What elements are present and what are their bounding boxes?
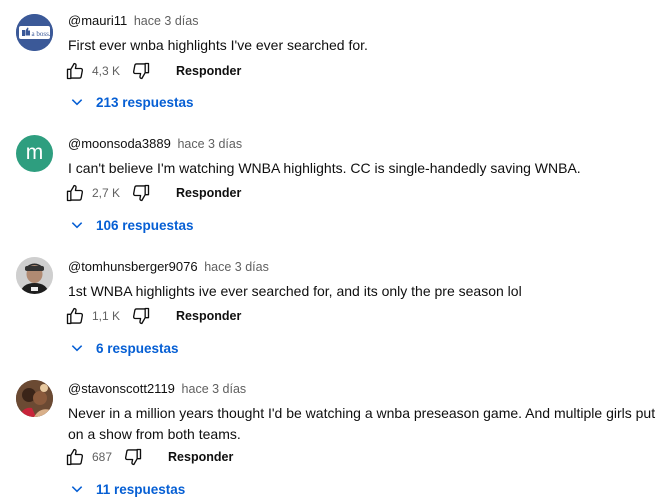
avatar-photo bbox=[16, 257, 53, 294]
thumbs-down-icon bbox=[133, 62, 150, 80]
avatar[interactable] bbox=[16, 380, 53, 417]
replies-count: 11 respuestas bbox=[96, 481, 186, 497]
reply-button[interactable]: Responder bbox=[168, 450, 233, 464]
like-button[interactable] bbox=[64, 446, 86, 468]
replies-count: 6 respuestas bbox=[96, 340, 179, 356]
reply-button[interactable]: Responder bbox=[176, 64, 241, 78]
author-name[interactable]: @moonsoda3889 bbox=[68, 136, 171, 151]
dislike-button[interactable] bbox=[130, 60, 152, 82]
timestamp[interactable]: hace 3 días bbox=[134, 14, 199, 28]
comment-header: @moonsoda3889 hace 3 días bbox=[68, 136, 656, 152]
thumbs-up-icon bbox=[66, 307, 84, 325]
avatar-label: a boss. bbox=[32, 30, 51, 38]
author-name[interactable]: @tomhunsberger9076 bbox=[68, 259, 198, 274]
view-replies-button[interactable]: 106 respuestas bbox=[70, 214, 194, 236]
chevron-down-icon bbox=[71, 99, 83, 106]
timestamp[interactable]: hace 3 días bbox=[177, 137, 242, 151]
replies-count: 213 respuestas bbox=[96, 94, 194, 110]
comment-actions: 4,3 K Responder bbox=[64, 60, 241, 82]
reply-button[interactable]: Responder bbox=[176, 309, 241, 323]
timestamp[interactable]: hace 3 días bbox=[204, 260, 269, 274]
avatar[interactable]: a boss. bbox=[16, 14, 53, 51]
comment-header: @tomhunsberger9076 hace 3 días bbox=[68, 259, 656, 275]
thumbs-up-icon bbox=[66, 448, 84, 466]
timestamp[interactable]: hace 3 días bbox=[182, 382, 247, 396]
like-button[interactable] bbox=[64, 305, 86, 327]
thumbs-up-icon bbox=[66, 184, 84, 202]
chevron-down-icon bbox=[71, 345, 83, 352]
view-replies-button[interactable]: 213 respuestas bbox=[70, 91, 194, 113]
thumbs-up-icon bbox=[66, 62, 84, 80]
author-name[interactable]: @mauri11 bbox=[68, 13, 127, 28]
comment-text: I can't believe I'm watching WNBA highli… bbox=[68, 160, 581, 176]
author-name[interactable]: @stavonscott2119 bbox=[68, 381, 175, 396]
comment-header: @mauri11 hace 3 días bbox=[68, 13, 656, 29]
dislike-button[interactable] bbox=[130, 182, 152, 204]
comment-actions: 2,7 K Responder bbox=[64, 182, 241, 204]
dislike-button[interactable] bbox=[122, 446, 144, 468]
comment-header: @stavonscott2119 hace 3 días bbox=[68, 381, 656, 397]
comment-actions: 1,1 K Responder bbox=[64, 305, 241, 327]
thumbs-down-icon bbox=[133, 184, 150, 202]
like-button[interactable] bbox=[64, 182, 86, 204]
thumbs-down-icon bbox=[125, 448, 142, 466]
reply-button[interactable]: Responder bbox=[176, 186, 241, 200]
like-button[interactable] bbox=[64, 60, 86, 82]
like-count: 1,1 K bbox=[92, 309, 121, 323]
thumbs-down-icon bbox=[133, 307, 150, 325]
view-replies-button[interactable]: 11 respuestas bbox=[70, 478, 185, 500]
chevron-down-icon bbox=[71, 222, 83, 229]
avatar-image: a boss. bbox=[16, 14, 53, 51]
comment-actions: 687 Responder bbox=[64, 446, 233, 468]
like-count: 687 bbox=[92, 450, 113, 464]
avatar-initial: m bbox=[25, 140, 44, 164]
like-count: 2,7 K bbox=[92, 186, 121, 200]
comment-text: First ever wnba highlights I've ever sea… bbox=[68, 37, 368, 53]
like-count: 4,3 K bbox=[92, 64, 121, 78]
view-replies-button[interactable]: 6 respuestas bbox=[70, 337, 179, 359]
dislike-button[interactable] bbox=[130, 305, 152, 327]
avatar-photo bbox=[16, 380, 53, 417]
avatar[interactable] bbox=[16, 257, 53, 294]
comment-text: Never in a million years thought I'd be … bbox=[68, 405, 656, 442]
avatar[interactable]: m bbox=[16, 135, 53, 172]
replies-count: 106 respuestas bbox=[96, 217, 194, 233]
chevron-down-icon bbox=[71, 486, 83, 493]
comment-text: 1st WNBA highlights ive ever searched fo… bbox=[68, 283, 522, 299]
